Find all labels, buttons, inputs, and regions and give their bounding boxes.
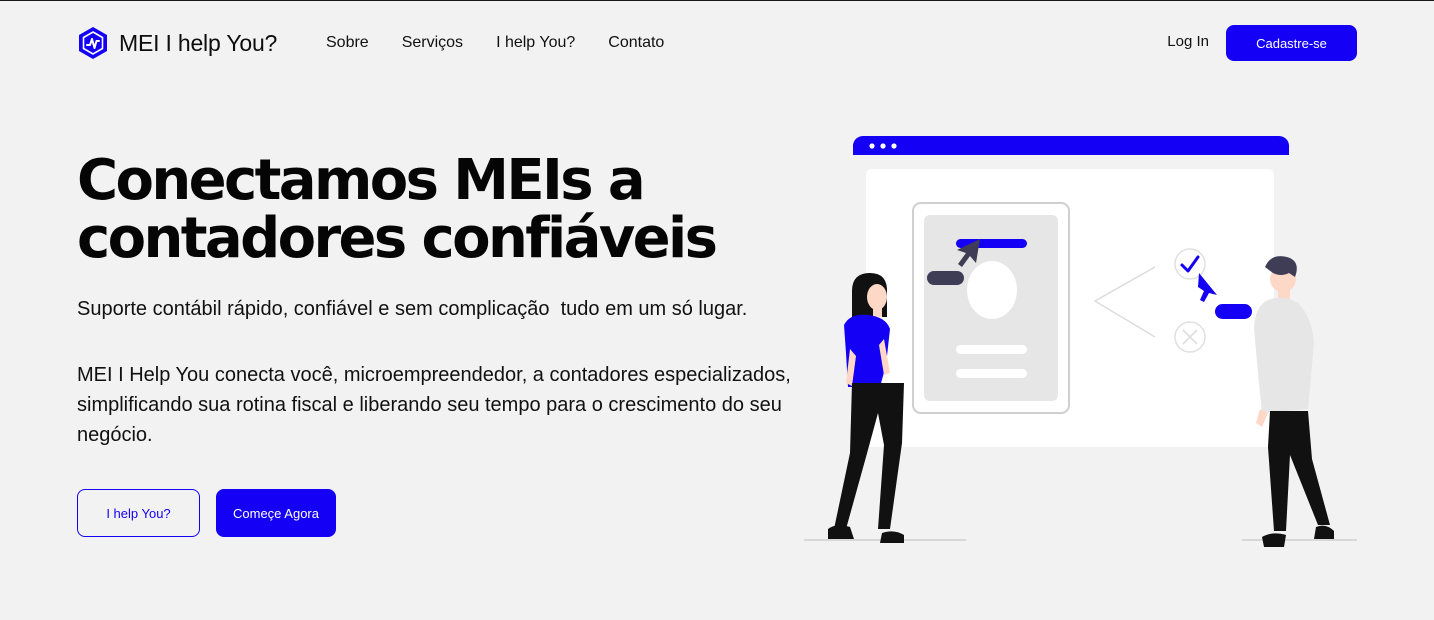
nav-link-sobre[interactable]: Sobre [326,34,369,52]
signup-button[interactable]: Cadastre-se [1226,25,1357,61]
nav-link-contato[interactable]: Contato [608,34,664,52]
hero-description: MEI I Help You conecta você, microempree… [77,364,791,446]
hero-subtitle: Suporte contábil rápido, confiável e sem… [77,298,748,320]
start-now-button[interactable]: Começe Agora [216,489,336,537]
brand-name: MEI I help You? [119,29,278,56]
hero-title-line-2: contadores confiáveis [77,206,718,271]
logo[interactable]: MEI I help You? [77,26,277,60]
top-navigation: MEI I help You? Sobre Serviços I help Yo… [77,25,1357,61]
nav-link-i-help-you[interactable]: I help You? [496,34,575,52]
hexagon-pulse-icon [79,27,107,59]
nav-link-servicos[interactable]: Serviços [402,34,463,52]
nav-links: Sobre Serviços I help You? Contato [326,25,697,61]
check-icon [1174,248,1206,280]
close-icon [1174,321,1206,353]
hero-title-line-1: Conectamos MEIs a [77,148,646,213]
hero-illustration [804,135,1357,547]
hero-title: Conectamos MEIs a contadores confiáveis [77,152,837,268]
login-link[interactable]: Log In [1167,33,1209,50]
i-help-you-button[interactable]: I help You? [77,489,200,537]
